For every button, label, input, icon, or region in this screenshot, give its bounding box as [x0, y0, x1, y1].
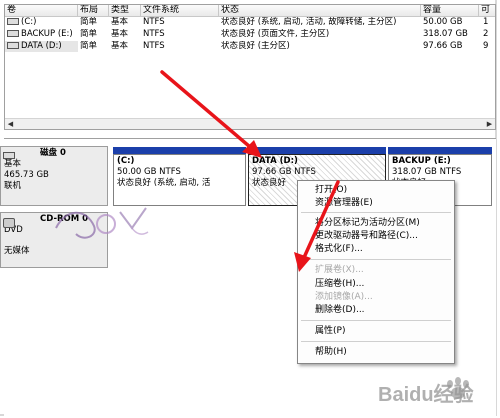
baidu-watermark-text: Baidu经验 — [378, 384, 474, 406]
arrow-to-data-partition — [160, 70, 258, 154]
arrow-to-shrink-volume — [300, 180, 340, 264]
arrow-head-icon — [294, 252, 311, 272]
baidu-watermark: Baidu经验 — [378, 370, 496, 410]
annotation-arrows — [160, 70, 340, 272]
